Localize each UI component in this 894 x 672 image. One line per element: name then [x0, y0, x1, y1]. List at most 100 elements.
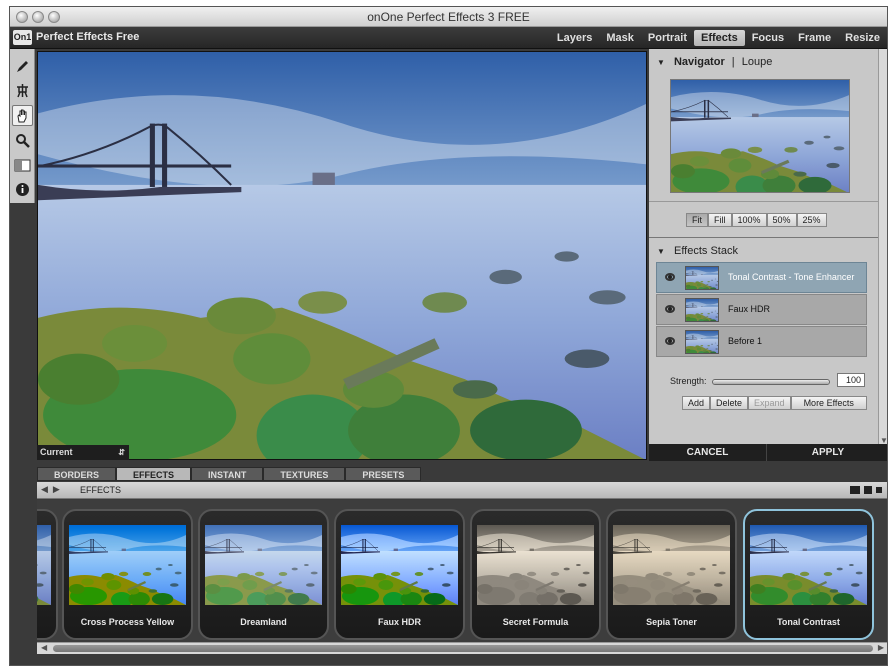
- effects-browser: BORDERS EFFECTS INSTANT TEXTURES PRESETS…: [37, 463, 887, 665]
- preset-strip: Cross Process Yellow Dreamland Faux HDR …: [37, 500, 887, 642]
- tab-presets[interactable]: PRESETS: [345, 467, 422, 481]
- browser-section-title: EFFECTS: [80, 485, 122, 495]
- module-layers[interactable]: Layers: [550, 27, 599, 49]
- tab-borders[interactable]: BORDERS: [37, 467, 117, 481]
- navigator-header: ▼ Navigator | Loupe: [649, 52, 878, 72]
- stack-item-tonal-contrast[interactable]: Tonal Contrast - Tone Enhancer: [656, 262, 867, 293]
- effects-stack-title: Effects Stack: [673, 245, 738, 257]
- app-name: Perfect Effects Free: [36, 31, 140, 43]
- small-thumbs-icon[interactable]: [876, 487, 882, 493]
- view-mode-value: Current: [40, 447, 73, 457]
- tab-navigator[interactable]: Navigator: [674, 56, 725, 68]
- browser-subbar: ◀ ▶ EFFECTS: [37, 482, 887, 499]
- medium-thumbs-icon[interactable]: [864, 486, 872, 494]
- app-window: onOne Perfect Effects 3 FREE On1 Perfect…: [9, 6, 888, 666]
- preset-thumbnail: [341, 525, 458, 605]
- scroll-left-icon[interactable]: ◀: [41, 643, 47, 652]
- browser-tabs: BORDERS EFFECTS INSTANT TEXTURES PRESETS: [37, 467, 422, 481]
- onone-logo: On1: [13, 30, 32, 45]
- view-size-icons: [850, 486, 882, 494]
- stack-item-thumbnail: [685, 298, 719, 322]
- preset-label: Secret Formula: [502, 617, 569, 627]
- module-resize[interactable]: Resize: [838, 27, 887, 49]
- large-thumbs-icon[interactable]: [850, 486, 860, 494]
- brush-icon[interactable]: [12, 56, 33, 77]
- disclosure-triangle-icon[interactable]: ▼: [657, 247, 665, 256]
- effects-stack-header: ▼ Effects Stack: [649, 241, 878, 261]
- eye-icon[interactable]: [665, 337, 675, 345]
- strength-slider-fill: [713, 380, 829, 384]
- right-panel: ▼ Navigator | Loupe Fit Fill 100% 50% 25…: [649, 49, 878, 459]
- preset-label: Faux HDR: [377, 617, 421, 627]
- strength-label: Strength:: [670, 376, 707, 386]
- disclosure-triangle-icon[interactable]: ▼: [657, 58, 665, 67]
- action-bar: CANCEL APPLY: [649, 444, 887, 461]
- more-effects-button[interactable]: More Effects: [790, 396, 867, 410]
- masking-bug-icon[interactable]: [12, 80, 33, 101]
- hand-icon[interactable]: [12, 105, 33, 126]
- zoom-fit-button[interactable]: Fit: [686, 213, 708, 227]
- stack-item-thumbnail: [685, 266, 719, 290]
- stack-buttons: Add Delete Expand More Effects: [682, 396, 867, 410]
- select-arrows-icon: ⇵: [118, 448, 125, 457]
- preset-label: Sepia Toner: [646, 617, 697, 627]
- preset-label: Dreamland: [240, 617, 287, 627]
- preset-label: Cross Process Yellow: [80, 617, 175, 627]
- tab-loupe[interactable]: Loupe: [742, 56, 773, 68]
- preset-card-partial[interactable]: [37, 509, 58, 640]
- module-portrait[interactable]: Portrait: [641, 27, 694, 49]
- zoom-50-button[interactable]: 50%: [766, 213, 797, 227]
- info-icon[interactable]: [12, 179, 33, 200]
- stack-item-before[interactable]: Before 1: [656, 326, 867, 357]
- preset-card-sepia-toner[interactable]: Sepia Toner: [606, 509, 737, 640]
- preset-card-secret-formula[interactable]: Secret Formula: [470, 509, 601, 640]
- preset-card-faux-hdr[interactable]: Faux HDR: [334, 509, 465, 640]
- eye-icon[interactable]: [665, 305, 675, 313]
- scrollbar-thumb[interactable]: [53, 645, 873, 652]
- module-tabs: Layers Mask Portrait Effects Focus Frame…: [550, 27, 887, 49]
- module-effects[interactable]: Effects: [694, 30, 745, 46]
- browser-nav-arrows-icon[interactable]: ◀ ▶: [41, 484, 60, 495]
- module-focus[interactable]: Focus: [745, 27, 791, 49]
- zoom-25-button[interactable]: 25%: [796, 213, 827, 227]
- stack-item-label: Tonal Contrast - Tone Enhancer: [728, 272, 855, 282]
- eye-icon[interactable]: [665, 273, 675, 281]
- tool-palette: [10, 49, 35, 203]
- stack-item-label: Before 1: [728, 336, 763, 346]
- tab-textures[interactable]: TEXTURES: [263, 467, 346, 481]
- module-frame[interactable]: Frame: [791, 27, 838, 49]
- strength-input[interactable]: 100: [837, 373, 865, 387]
- preset-strip-scrollbar[interactable]: ◀ ▶: [37, 642, 887, 654]
- navigator-thumbnail[interactable]: [670, 79, 850, 193]
- preset-card-tonal-contrast[interactable]: Tonal Contrast: [743, 509, 874, 640]
- preset-card-dreamland[interactable]: Dreamland: [198, 509, 329, 640]
- right-panel-scrollbar[interactable]: ▼: [878, 49, 887, 445]
- view-mode-select[interactable]: Current ⇵: [37, 445, 129, 460]
- zoom-icon[interactable]: [12, 130, 33, 151]
- zoom-100-button[interactable]: 100%: [731, 213, 767, 227]
- stack-item-faux-hdr[interactable]: Faux HDR: [656, 294, 867, 325]
- tab-instant[interactable]: INSTANT: [191, 467, 264, 481]
- zoom-fill-button[interactable]: Fill: [708, 213, 732, 227]
- strength-slider[interactable]: [712, 379, 830, 385]
- preset-thumbnail: [69, 525, 186, 605]
- add-button[interactable]: Add: [682, 396, 711, 410]
- preview-photo: [38, 52, 646, 459]
- scroll-right-icon[interactable]: ▶: [878, 643, 884, 652]
- preset-thumbnail: [613, 525, 730, 605]
- window-title: onOne Perfect Effects 3 FREE: [367, 10, 530, 24]
- image-canvas[interactable]: [37, 51, 647, 460]
- preset-card-cross-process-yellow[interactable]: Cross Process Yellow: [62, 509, 193, 640]
- compare-icon[interactable]: [12, 155, 33, 176]
- apply-button[interactable]: APPLY: [768, 444, 887, 461]
- stack-item-thumbnail: [685, 330, 719, 354]
- title-bar: onOne Perfect Effects 3 FREE: [10, 7, 887, 27]
- tab-separator: |: [731, 56, 735, 68]
- zoom-buttons: Fit Fill 100% 50% 25%: [686, 213, 827, 227]
- module-mask[interactable]: Mask: [599, 27, 641, 49]
- delete-button[interactable]: Delete: [710, 396, 749, 410]
- tab-effects[interactable]: EFFECTS: [116, 467, 192, 481]
- cancel-button[interactable]: CANCEL: [649, 444, 767, 461]
- expand-button[interactable]: Expand: [748, 396, 791, 410]
- preset-thumbnail: [477, 525, 594, 605]
